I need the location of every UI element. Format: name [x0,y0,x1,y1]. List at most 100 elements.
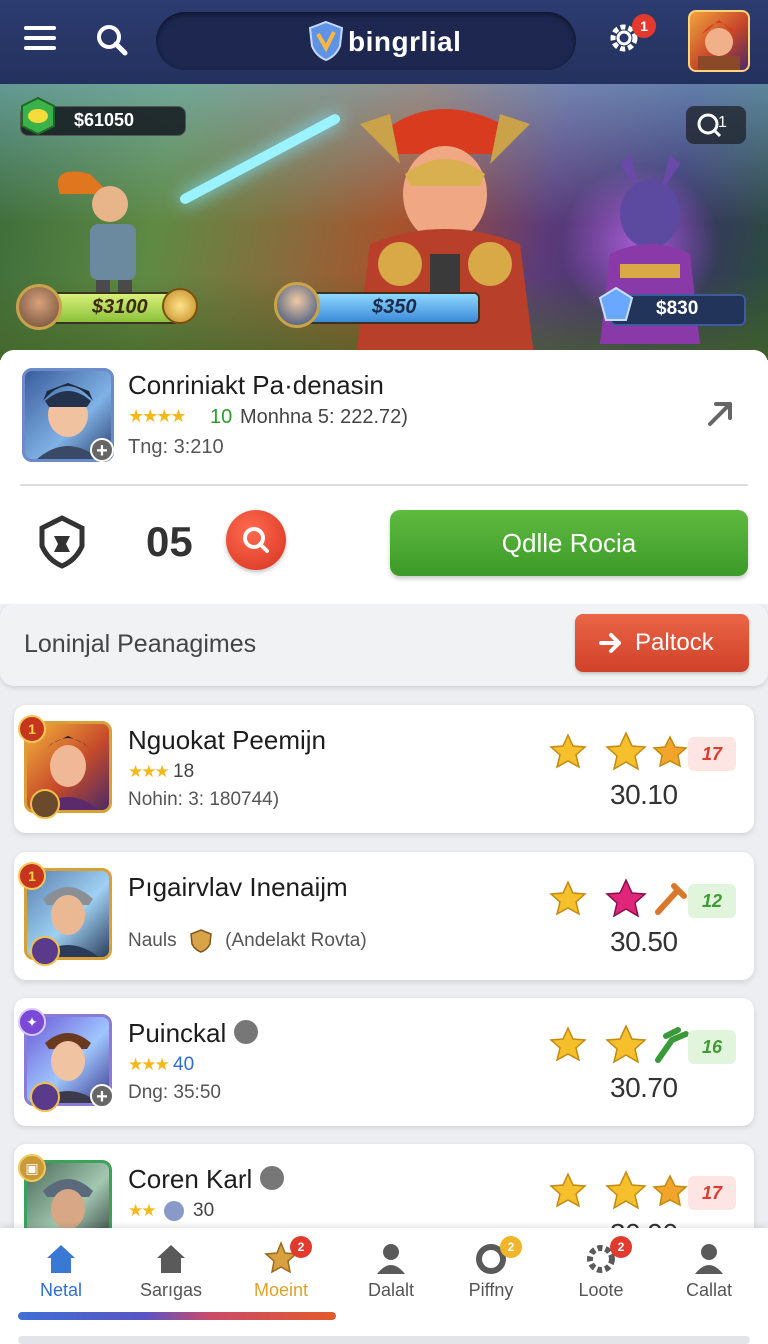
list-item-badge: 17 [688,737,736,771]
search-icon[interactable] [94,22,130,58]
notification-badge: 1 [632,14,656,38]
currency-amount: $61050 [74,110,135,130]
house-icon [157,1245,185,1273]
info-icon[interactable] [234,1020,259,1045]
section-action-button[interactable]: Paltock [575,614,749,672]
list-item-name: Puinckal [128,1018,227,1048]
nav-badge: 2 [610,1236,632,1258]
shield-icon[interactable] [36,514,88,570]
search-button[interactable] [226,510,286,570]
list-item-stars: ★★★ [128,1055,170,1074]
reward-stars-icon [549,1170,688,1210]
nav-label: Loote [578,1280,624,1300]
emblem-icon [30,936,60,966]
list-item-level: 40 [173,1054,195,1075]
player-name: Conriniakt Pa·denasin [128,370,384,400]
list-item-name-row: Coren Karl [128,1164,285,1195]
list-item-name: Coren Karl [128,1164,253,1194]
hp-avatar-left [16,284,62,330]
list-item-rating: ★★★ 18 [128,761,194,783]
list-item-badge: 12 [688,884,736,918]
replay-button[interactable] [686,106,746,144]
list-item[interactable]: ✦ + Puinckal ★★★ 40 Dng: 35:50 16 30.70 [14,998,754,1126]
hp-value-left: $3100 [92,296,148,318]
reward-stars-icon [549,1024,689,1064]
info-icon[interactable] [260,1166,285,1191]
nav-badge: 2 [500,1236,522,1258]
list-item-level: 18 [173,761,195,782]
list-item[interactable]: 1 Pıgairvlav Inenaijm Nauls (Andelakt Ro… [14,852,754,980]
arrow-up-right-icon[interactable] [704,396,738,430]
player-rank: Monhna 5: 222.72) [240,406,408,428]
divider [20,484,748,486]
list-item-detail-row: Nauls (Andelakt Rovta) [128,928,367,954]
nav-badge: 2 [290,1236,312,1258]
nav-item-profile[interactable]: Dalalt [336,1228,446,1318]
hp-value-center: $350 [372,296,417,318]
reward-stars-icon [549,731,688,771]
add-friend-icon[interactable]: + [90,1084,114,1108]
add-friend-icon[interactable]: + [90,438,114,462]
section-header: Loninjal Peanagimes Paltock [0,604,768,686]
section-title: Loninjal Peanagimes [24,630,257,658]
nav-item-settings[interactable]: Sarıgas [116,1228,226,1318]
nav-item-rewards[interactable]: 2 Piffny [436,1228,546,1318]
rank-badge: 1 [18,862,46,890]
hero-banner[interactable]: $61050 1 $3100 $350 $830 [0,84,768,360]
list-item-detail: Nohin: 3: 180744) [128,789,280,810]
list-item-score: 30.70 [610,1072,678,1103]
list-item-detail: (Andelakt Rovta) [225,930,367,952]
coin-icon [162,288,198,324]
list-item-name: Nguokat Peemijn [128,725,326,755]
shield-logo-icon [308,20,344,62]
brand-name: bingrlial [348,26,462,57]
list-item-rating: ★★★ 40 [128,1054,194,1076]
replay-icon [697,113,722,138]
rank-badge: ✦ [18,1008,46,1036]
active-tab-indicator [18,1312,336,1320]
top-bar: bingrlial 1 [0,0,768,84]
nav-label: Callat [685,1280,733,1300]
arrow-right-icon [599,633,621,653]
search-icon [243,527,269,553]
rank-badge: ▣ [18,1154,46,1182]
nav-item-call[interactable]: Callat [654,1228,764,1318]
list-item-detail: Dng: 35:50 [128,1082,221,1103]
primary-action-button[interactable]: Qdlle Rocia [390,510,748,576]
home-indicator [18,1336,750,1344]
bottom-nav: Netal Sarıgas 2 Moeint Dalalt 2 Piffny 2… [0,1228,768,1344]
gem-currency-icon [21,96,55,136]
list-item-score: 30.10 [610,779,678,810]
list-item-rating: ★★ 30 [128,1200,214,1222]
player-tag: Tng: 3:210 [128,436,224,458]
nav-label: Piffny [468,1280,514,1300]
nav-item-loot[interactable]: 2 Loote [546,1228,656,1318]
player-card: + Conriniakt Pa·denasin ★★★★ 10 Monhna 5… [0,350,768,604]
list-item-level: 30 [193,1200,215,1221]
hamburger-menu-icon[interactable] [24,26,56,54]
user-icon [377,1244,405,1274]
replay-count: 1 [718,114,727,131]
blue-gem-icon [598,286,634,321]
list-item-badge: 17 [688,1176,736,1210]
reward-stars-icon [549,878,687,918]
list-item-detail-prefix: Nauls [128,930,177,952]
nav-label: Dalalt [367,1280,415,1300]
brand-bar: bingrlial [156,12,576,70]
count-value: 05 [146,518,193,565]
nav-label: Sarıgas [139,1280,203,1300]
nav-item-events[interactable]: 2 Moeint [226,1228,336,1318]
shield-badge-icon [190,929,212,953]
emblem-icon [30,1082,60,1112]
list-item-badge: 16 [688,1030,736,1064]
list-item[interactable]: 1 Nguokat Peemijn ★★★ 18 Nohin: 3: 18074… [14,705,754,833]
globe-icon [163,1200,184,1221]
profile-avatar[interactable] [688,10,750,72]
list-item-stars: ★★★ [128,762,170,781]
player-stars: ★★★★ [128,406,187,426]
list-item-name-row: Puinckal [128,1018,259,1049]
emblem-icon [30,789,60,819]
nav-label: Netal [39,1280,83,1300]
nav-item-home[interactable]: Netal [6,1228,116,1318]
user-icon [695,1244,723,1274]
